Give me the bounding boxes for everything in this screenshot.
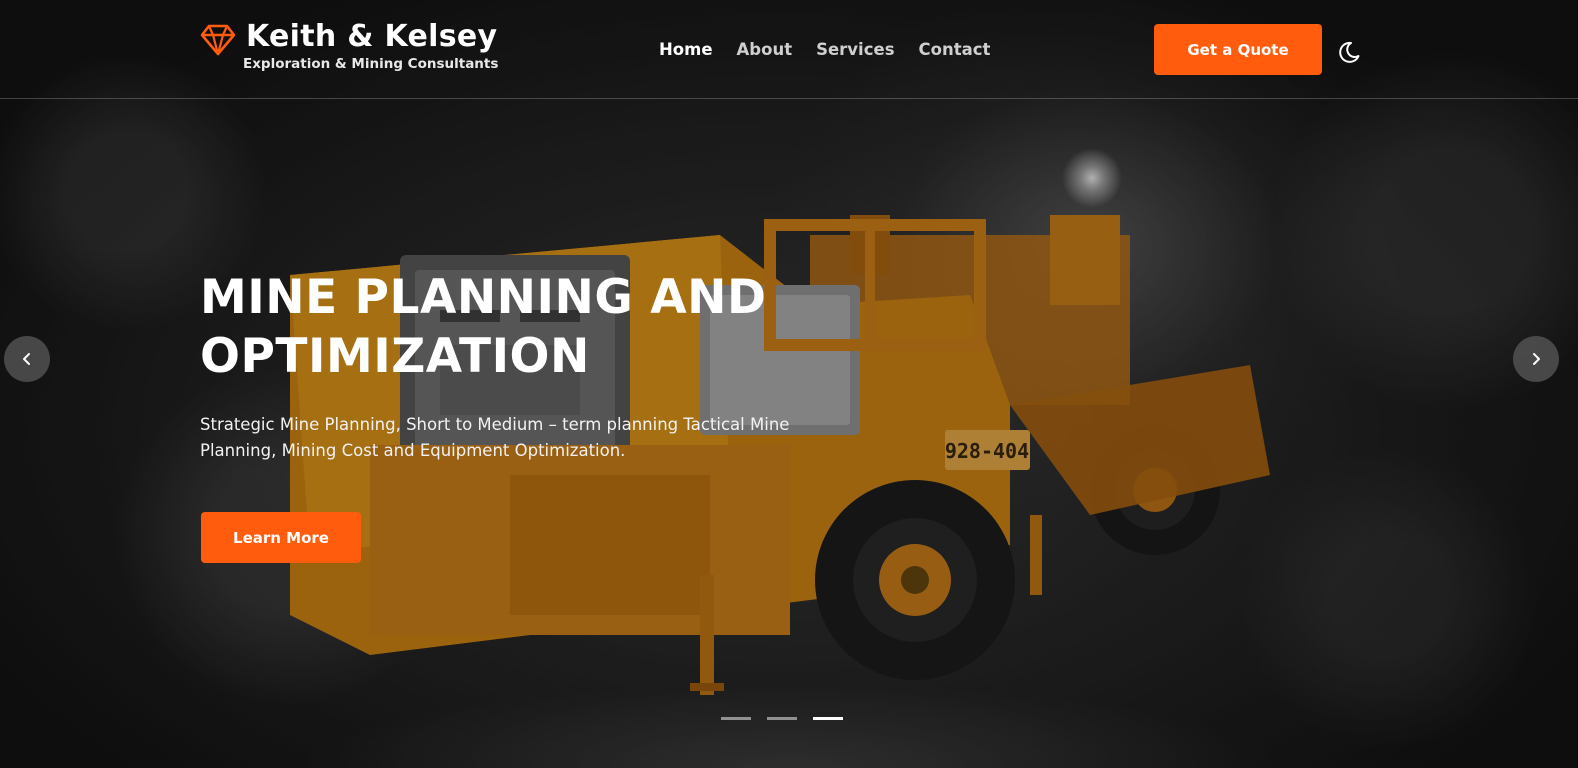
carousel-indicator-1[interactable]: [721, 717, 751, 720]
chevron-right-icon: [1533, 353, 1540, 365]
chevron-left-icon: [23, 353, 30, 365]
nav-contact[interactable]: Contact: [919, 40, 991, 59]
nav-services[interactable]: Services: [816, 40, 894, 59]
slide-title: MINE PLANNING AND OPTIMIZATION: [200, 268, 900, 386]
brand-subtitle: Exploration & Mining Consultants: [243, 56, 499, 72]
site-header: Keith & Kelsey Exploration & Mining Cons…: [0, 0, 1578, 99]
brand-logo[interactable]: Keith & Kelsey Exploration & Mining Cons…: [200, 20, 498, 72]
carousel-next-button[interactable]: [1513, 336, 1559, 382]
carousel-indicator-2[interactable]: [767, 717, 797, 720]
nav-home[interactable]: Home: [659, 40, 713, 59]
nav-about[interactable]: About: [737, 40, 793, 59]
diamond-icon: [200, 24, 236, 56]
main-nav: Home About Services Contact: [659, 40, 990, 59]
carousel-indicator-3[interactable]: [813, 717, 843, 720]
carousel-indicators: [721, 717, 843, 720]
slide-title-line1: MINE PLANNING AND: [200, 270, 767, 325]
brand-title: Keith & Kelsey: [246, 19, 498, 54]
learn-more-button[interactable]: Learn More: [201, 512, 361, 563]
hero-carousel: 928-404 Keith & Kelsey Exploration & Min…: [0, 0, 1578, 768]
get-quote-button[interactable]: Get a Quote: [1154, 24, 1322, 75]
moon-icon[interactable]: [1336, 39, 1362, 65]
carousel-prev-button[interactable]: [4, 336, 50, 382]
slide-title-line2: OPTIMIZATION: [200, 329, 590, 384]
slide-description: Strategic Mine Planning, Short to Medium…: [200, 415, 790, 460]
